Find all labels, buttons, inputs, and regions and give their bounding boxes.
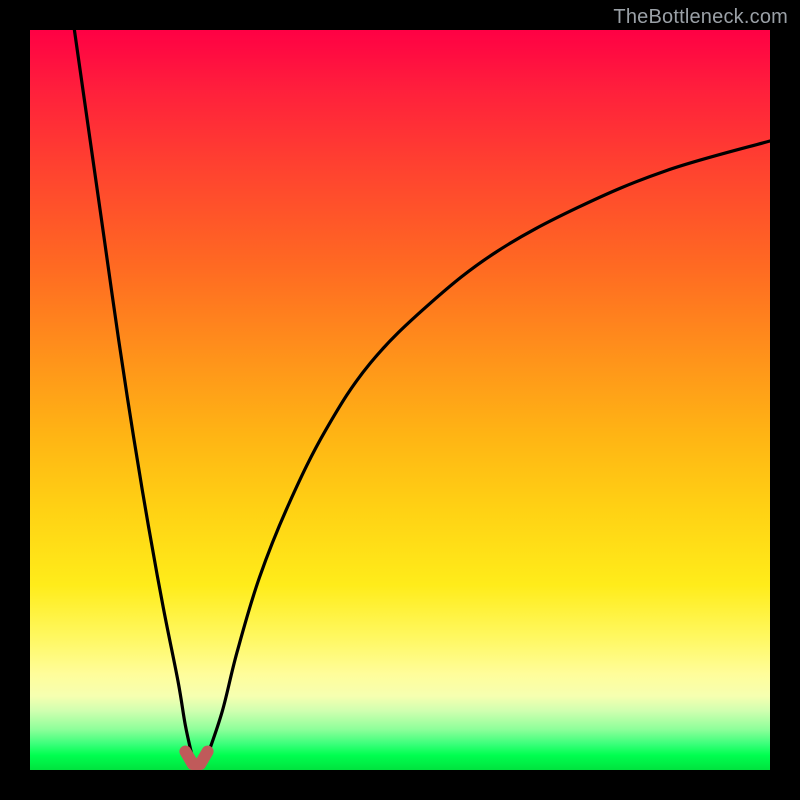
watermark-text: TheBottleneck.com xyxy=(613,6,788,29)
chart-frame: TheBottleneck.com xyxy=(0,0,800,800)
plot-area xyxy=(30,30,770,770)
background-gradient xyxy=(30,30,770,770)
